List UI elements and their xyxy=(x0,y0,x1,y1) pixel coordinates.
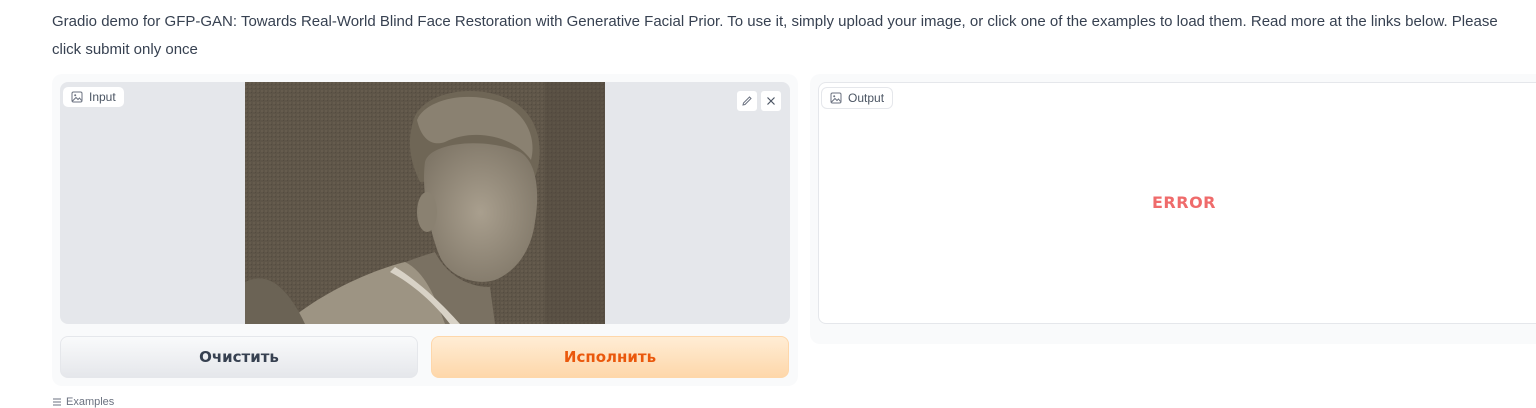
input-panel: Input Очистить Исполнить xyxy=(52,74,798,386)
edit-icon xyxy=(742,96,752,106)
close-icon xyxy=(767,97,775,105)
input-image-area[interactable]: Input xyxy=(60,82,790,324)
output-label-text: Output xyxy=(848,91,885,105)
edit-button[interactable] xyxy=(736,90,758,112)
output-label: Output xyxy=(821,87,894,109)
input-photo xyxy=(245,82,605,324)
image-icon xyxy=(71,91,83,103)
submit-button[interactable]: Исполнить xyxy=(431,336,789,378)
input-label-text: Input xyxy=(89,90,116,104)
output-image-area: Output ERROR xyxy=(818,82,1536,324)
output-panel: Output ERROR xyxy=(810,74,1536,344)
app-description: Gradio demo for GFP-GAN: Towards Real-Wo… xyxy=(52,13,1498,58)
examples-label: Examples xyxy=(66,396,115,408)
clear-image-button[interactable] xyxy=(760,90,782,112)
error-status: ERROR xyxy=(1152,193,1216,212)
examples-header[interactable]: Examples xyxy=(52,396,114,408)
list-icon xyxy=(53,398,61,406)
clear-button[interactable]: Очистить xyxy=(60,336,418,378)
input-label: Input xyxy=(62,86,125,108)
image-icon xyxy=(830,92,842,104)
